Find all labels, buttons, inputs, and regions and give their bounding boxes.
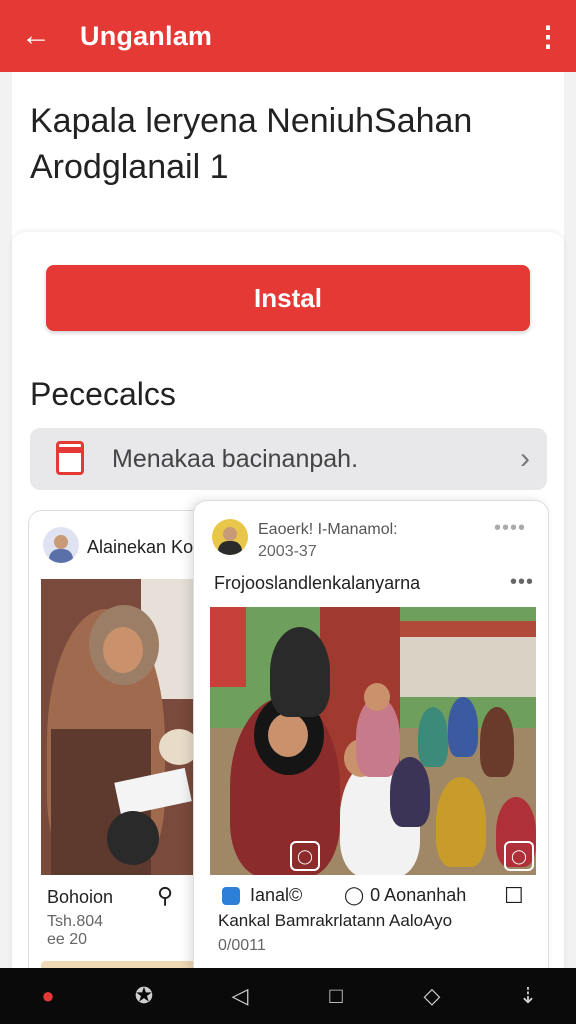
post-footer-label: Bohoion (47, 887, 114, 907)
post-bottom-caption: Kankal Bamrakrlatann AaloAyo (218, 911, 453, 930)
post-photo[interactable]: ◯ ◯ (210, 607, 536, 875)
document-icon (56, 441, 86, 477)
section-title: Pececalcs (30, 376, 176, 412)
assistant-icon[interactable]: ✪ (124, 983, 164, 1009)
comment-icon: ◯ (344, 885, 365, 905)
more-horiz-icon[interactable]: ••• (510, 571, 534, 594)
home-nav-icon[interactable]: □ (316, 983, 356, 1009)
post-actions: Ianal© (222, 885, 302, 906)
camera-icon[interactable]: ◯ (290, 841, 320, 871)
recent-apps-icon[interactable]: ◇ (412, 983, 452, 1009)
avatar[interactable] (212, 519, 248, 555)
app-bar: ← Unganlam ⋮ (0, 0, 576, 72)
arrow-left-icon: ← (21, 19, 51, 52)
system-nav-bar: ● ✪ ◁ □ ◇ ⇣ (0, 968, 576, 1024)
post-meta: ee 20 (47, 931, 88, 948)
headline-line-2: Arodglanail 1 (30, 148, 229, 186)
more-horiz-icon[interactable]: •••• (494, 517, 526, 540)
gallery-icon[interactable]: ◯ (504, 841, 534, 871)
info-row[interactable]: Menakaa bacinanpah. › (30, 428, 547, 490)
more-vert-icon: ⋮ (534, 20, 562, 52)
post-card-left[interactable]: Alainekan Ko Bohoion ⚲ Tsh.804 ee 20 (28, 510, 220, 982)
post-caption: Frojooslandlenkalanyarna (214, 573, 421, 593)
post-card-right[interactable]: Eaoerk! I-Manamol: 2003-37 •••• Frojoosl… (193, 500, 549, 982)
bookmark-icon[interactable]: ☐ (504, 883, 524, 909)
post-action-label[interactable]: Ianal© (250, 885, 302, 906)
post-bottom-time: 0/0011 (218, 937, 266, 954)
headline-line-1: Kapala leryena NeniuhSahan (30, 102, 473, 140)
avatar[interactable] (43, 527, 79, 563)
app-icon (222, 886, 240, 905)
post-author: Eaoerk! I-Manamol: (258, 521, 398, 538)
back-button[interactable]: ← (0, 0, 72, 72)
back-nav-icon[interactable]: ◁ (220, 983, 260, 1009)
app-shortcut-icon[interactable]: ● (28, 983, 68, 1009)
chevron-right-icon: › (520, 442, 530, 475)
post-author: Alainekan Ko (87, 537, 194, 557)
screenshot-icon[interactable]: ⇣ (508, 983, 548, 1009)
post-photo[interactable] (41, 579, 209, 875)
post-time: 2003-37 (258, 543, 317, 560)
comments-action[interactable]: ◯ 0 Aonanhah (344, 885, 466, 906)
install-button[interactable]: Instal (46, 265, 530, 331)
info-row-label: Menakaa bacinanpah. (112, 444, 359, 473)
page-headline: Kapala leryena NeniuhSahan Arodglanail 1 (30, 98, 530, 190)
more-options-button[interactable]: ⋮ (520, 0, 576, 72)
app-title: Unganlam (80, 20, 213, 51)
post-meta: Tsh.804 (47, 913, 104, 930)
comments-count: 0 Aonanhah (370, 885, 467, 905)
search-icon[interactable]: ⚲ (157, 883, 173, 909)
